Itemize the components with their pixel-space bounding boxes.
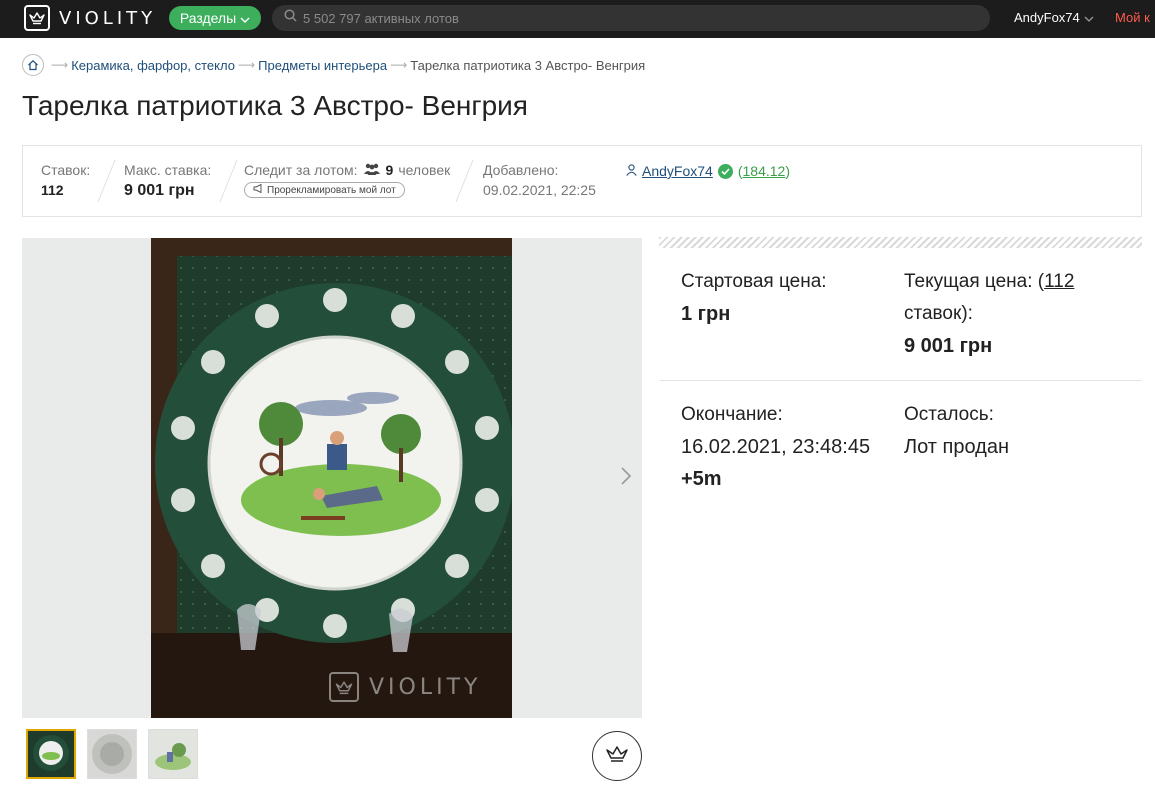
seller-rating-link[interactable]: 184.12 <box>743 163 786 179</box>
bids-count-block: Ставок: 112 <box>41 162 90 198</box>
end-time-value: 16.02.2021, 23:48:45 <box>681 436 871 458</box>
watchers-label: Следит за лотом: <box>244 162 358 178</box>
watchers-count: 9 <box>385 162 394 178</box>
watchers-unit: человек <box>398 162 451 178</box>
thumbnail-1[interactable] <box>26 729 76 779</box>
crown-button[interactable] <box>592 731 642 781</box>
seller-info: AndyFox74 (184.12) <box>626 163 790 179</box>
current-price-label: Текущая цена: (112 <box>904 266 1124 298</box>
divider <box>455 160 474 202</box>
photo-gallery: VIOLITY <box>22 238 642 718</box>
end-time-extension: +5m <box>681 468 722 490</box>
remaining-block: Осталось: Лот продан <box>904 399 1009 463</box>
search-bar[interactable] <box>272 5 990 31</box>
divider <box>219 160 238 202</box>
end-time-block: Окончание: 16.02.2021, 23:48:45 +5m <box>681 399 870 495</box>
site-logo[interactable]: VIOLITY <box>24 5 156 31</box>
breadcrumb-current: Тарелка патриотика 3 Австро- Венгрия <box>410 57 646 73</box>
page-title: Тарелка патриотика 3 Австро- Венгрия <box>22 90 528 121</box>
breadcrumb-link-ceramics[interactable]: Керамика, фарфор, стекло <box>71 58 235 73</box>
people-icon <box>363 162 381 178</box>
start-price-label: Стартовая цена: <box>681 271 827 292</box>
watchers-block: Следит за лотом: 9 человек Прорекламиров… <box>244 162 450 198</box>
crown-icon <box>329 672 359 702</box>
crown-icon <box>605 745 629 768</box>
breadcrumb-link-interior[interactable]: Предметы интерьера <box>258 58 387 73</box>
home-icon[interactable] <box>22 54 44 76</box>
current-price-value: 9 001 грн <box>904 335 993 357</box>
crown-logo-icon <box>24 5 50 31</box>
max-bid-value: 9 001 грн <box>124 182 195 199</box>
username: AndyFox74 <box>1014 10 1080 25</box>
violity-watermark: VIOLITY <box>329 672 481 702</box>
user-icon <box>626 163 637 179</box>
seller-link[interactable]: AndyFox74 <box>642 163 713 179</box>
my-cabinet-link[interactable]: Мой к <box>1115 10 1150 25</box>
verified-check-icon <box>717 163 733 179</box>
start-price-block: Стартовая цена: 1 грн <box>681 266 827 330</box>
divider <box>97 160 116 202</box>
promote-lot-button[interactable]: Прорекламировать мой лот <box>244 182 405 198</box>
sections-button[interactable]: Разделы <box>169 6 261 30</box>
promote-lot-label: Прорекламировать мой лот <box>267 184 396 196</box>
added-value: 09.02.2021, 22:25 <box>483 182 596 198</box>
start-price-value: 1 грн <box>681 303 731 325</box>
search-input[interactable] <box>303 10 903 26</box>
top-header: VIOLITY Разделы AndyFox74 Мой к <box>0 0 1155 38</box>
added-date-block: Добавлено: 09.02.2021, 22:25 <box>483 162 596 198</box>
breadcrumb: ⟶ Керамика, фарфор, стекло ⟶ Предметы ин… <box>22 54 645 76</box>
current-price-block: Текущая цена: (112 ставок): 9 001 грн <box>904 266 1124 362</box>
chevron-down-icon <box>240 10 250 26</box>
bids-value: 112 <box>41 182 64 198</box>
remaining-label: Осталось: <box>904 404 994 425</box>
thumbnail-strip <box>26 729 198 779</box>
thumbnail-2[interactable] <box>87 729 137 779</box>
current-price-prefix: Текущая цена: ( <box>904 271 1045 292</box>
arrow-right-icon: ⟶ <box>51 58 69 72</box>
added-label: Добавлено: <box>483 162 559 178</box>
chevron-down-icon <box>1084 10 1094 25</box>
current-price-suffix: ставок): <box>904 303 973 324</box>
plate-image <box>151 238 512 718</box>
logo-text: VIOLITY <box>59 7 157 29</box>
divider <box>660 380 1142 381</box>
striped-divider <box>659 237 1142 248</box>
max-bid-label: Макс. ставка: <box>124 162 212 178</box>
thumbnail-3[interactable] <box>148 729 198 779</box>
end-time-label: Окончание: <box>681 404 783 425</box>
megaphone-icon <box>253 183 263 196</box>
watchers-row: Следит за лотом: 9 человек <box>244 162 450 178</box>
lot-photo[interactable]: VIOLITY <box>151 238 512 718</box>
rating-close-paren: ) <box>785 163 790 179</box>
max-bid-block: Макс. ставка: 9 001 грн <box>124 162 211 200</box>
watermark-text: VIOLITY <box>369 674 482 700</box>
user-menu[interactable]: AndyFox74 <box>1014 10 1094 25</box>
sections-label: Разделы <box>179 10 237 26</box>
arrow-right-icon: ⟶ <box>237 58 256 72</box>
bids-history-link[interactable]: 112 <box>1044 271 1074 292</box>
bids-label: Ставок: <box>41 162 91 178</box>
remaining-value: Лот продан <box>904 436 1009 458</box>
arrow-right-icon: ⟶ <box>390 58 408 72</box>
chevron-right-icon[interactable] <box>620 466 632 492</box>
search-icon <box>284 9 297 27</box>
lot-info-bar: Ставок: 112 Макс. ставка: 9 001 грн След… <box>22 145 1142 217</box>
